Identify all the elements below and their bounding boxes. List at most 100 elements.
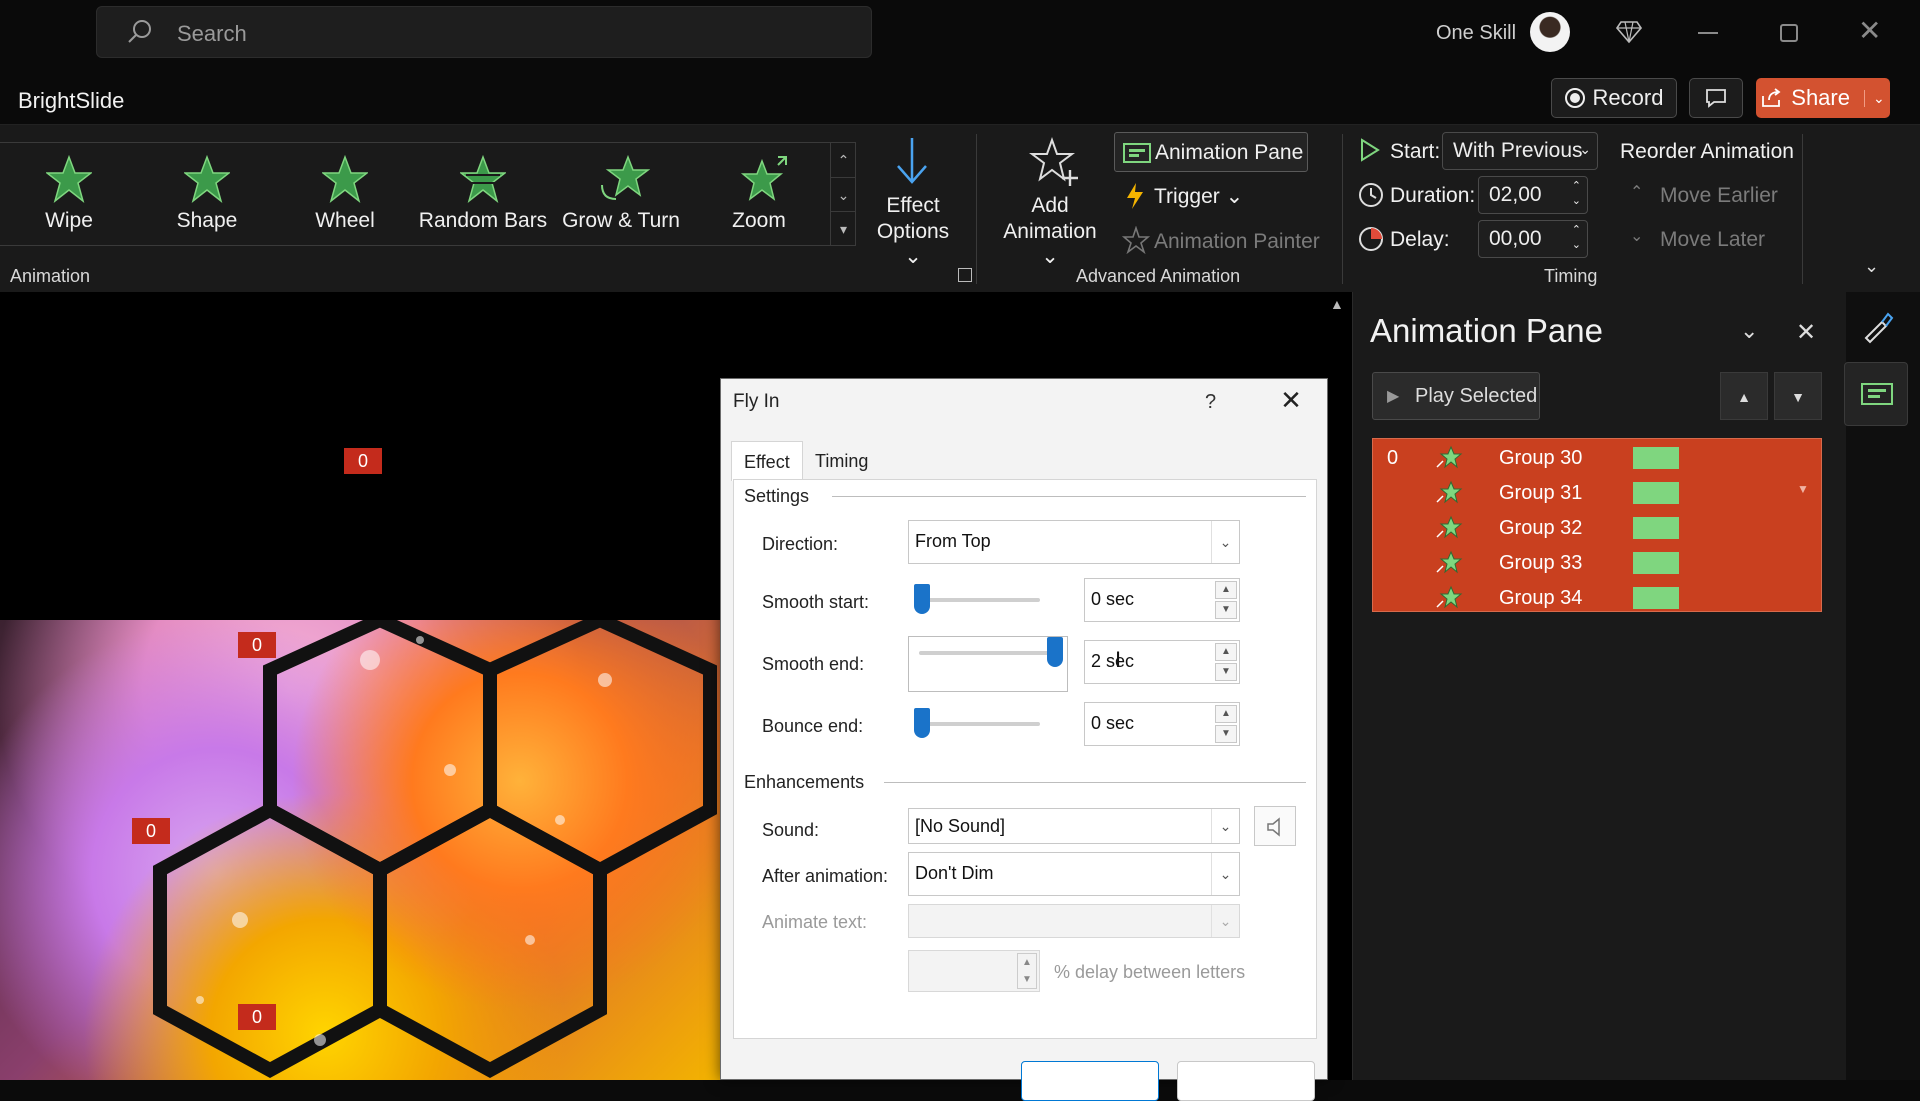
slider-thumb[interactable] <box>1047 637 1063 667</box>
collapse-ribbon-icon[interactable]: ⌄ <box>1864 256 1879 277</box>
trigger-button[interactable]: Trigger ⌄ <box>1120 180 1260 214</box>
gallery-scroll-down[interactable]: ⌄ <box>830 177 856 211</box>
pane-options-chevron-icon[interactable]: ⌄ <box>1740 318 1758 344</box>
slider-track <box>919 651 1057 655</box>
chevron-down-icon[interactable]: ⌄ <box>1211 521 1239 563</box>
star-icon <box>322 155 368 203</box>
diamond-icon[interactable] <box>1616 20 1642 44</box>
after-animation-dropdown[interactable]: Don't Dim ⌄ <box>908 852 1240 896</box>
delay-spinner[interactable]: 00,00 ⌃ ⌄ <box>1478 220 1588 258</box>
slider-thumb[interactable] <box>914 708 930 738</box>
timeline-bar[interactable] <box>1633 447 1679 469</box>
scroll-up-arrow[interactable]: ▲ <box>1330 296 1344 316</box>
gallery-item-shape[interactable]: Shape <box>138 143 276 247</box>
animation-list-item[interactable]: Group 34 <box>1373 581 1823 615</box>
close-window-icon[interactable]: ✕ <box>1858 14 1881 47</box>
close-icon[interactable]: ✕ <box>1273 385 1309 419</box>
item-index: 0 <box>1387 447 1399 469</box>
dialog-launcher-icon[interactable] <box>958 268 972 282</box>
item-name: Group 30 <box>1499 447 1583 469</box>
animation-list[interactable]: 0 Group 30 Group 31 ▼ Group 32 Group 33 … <box>1372 438 1822 612</box>
slider-thumb[interactable] <box>914 584 930 614</box>
gallery-item-random-bars[interactable]: Random Bars <box>414 143 552 247</box>
move-down-button[interactable]: ▼ <box>1774 372 1822 420</box>
avatar[interactable] <box>1530 12 1570 52</box>
record-button[interactable]: Record <box>1551 78 1677 118</box>
gallery-more[interactable]: ▾ <box>830 211 856 245</box>
smooth-start-slider[interactable] <box>908 578 1050 622</box>
animation-list-item[interactable]: 0 Group 30 <box>1373 441 1823 475</box>
animation-tag[interactable]: 0 <box>238 1004 276 1030</box>
gallery-item-wheel[interactable]: Wheel <box>276 143 414 247</box>
smooth-end-slider[interactable] <box>908 636 1068 692</box>
chevron-down-icon[interactable]: ⌄ <box>1211 809 1239 843</box>
spinner-arrows-icon[interactable]: ⌃ ⌄ <box>1572 179 1581 209</box>
spin-up-icon[interactable]: ▲ <box>1215 705 1237 723</box>
bounce-end-spinbox[interactable]: 0 sec ▲ ▼ <box>1084 702 1240 746</box>
effect-options-button[interactable]: Effect Options ⌄ <box>866 136 960 268</box>
smooth-end-spinbox[interactable]: 2 sec I ▲ ▼ <box>1084 640 1240 684</box>
cancel-button[interactable] <box>1177 1061 1315 1101</box>
animation-pane-toggle[interactable] <box>1844 362 1908 426</box>
animation-tag[interactable]: 0 <box>344 448 382 474</box>
account-name[interactable]: One Skill <box>1436 22 1516 45</box>
tab-effect[interactable]: Effect <box>731 441 803 481</box>
smooth-start-spinbox[interactable]: 0 sec ▲ ▼ <box>1084 578 1240 622</box>
duration-spinner[interactable]: 02,00 ⌃ ⌄ <box>1478 176 1588 214</box>
ok-button[interactable] <box>1021 1061 1159 1101</box>
share-button[interactable]: Share ⌄ <box>1756 78 1890 118</box>
animation-pane-label: Animation Pane <box>1155 141 1304 164</box>
animation-tag[interactable]: 0 <box>238 632 276 658</box>
animation-painter-label: Animation Painter <box>1154 230 1320 253</box>
designer-brush-icon[interactable] <box>1860 310 1896 344</box>
spin-down-icon[interactable]: ▼ <box>1215 725 1237 743</box>
comments-button[interactable] <box>1689 78 1743 118</box>
direction-dropdown[interactable]: From Top ⌄ <box>908 520 1240 564</box>
search-box[interactable]: Search <box>96 6 872 58</box>
spin-down-icon[interactable]: ▼ <box>1215 601 1237 619</box>
item-name: Group 34 <box>1499 587 1583 609</box>
spin-down-icon[interactable]: ▼ <box>1215 663 1237 681</box>
timeline-bar[interactable] <box>1633 552 1679 574</box>
sound-value: [No Sound] <box>915 816 1006 836</box>
play-icon: ▶ <box>1387 388 1400 405</box>
spinner-arrows-icon[interactable]: ⌃ ⌄ <box>1572 223 1581 253</box>
add-animation-button[interactable]: Add Animation ⌄ <box>992 136 1108 268</box>
fly-star-icon <box>1436 480 1463 504</box>
ribbon-separator <box>976 134 977 284</box>
restore-icon[interactable] <box>1780 24 1798 42</box>
sound-preview-button[interactable] <box>1254 806 1296 846</box>
tab-timing[interactable]: Timing <box>803 441 880 481</box>
after-animation-value: Don't Dim <box>915 863 994 883</box>
spin-up-icon[interactable]: ▲ <box>1215 643 1237 661</box>
smooth-end-label: Smooth end: <box>762 654 865 674</box>
timeline-bar[interactable] <box>1633 517 1679 539</box>
pane-close-icon[interactable]: ✕ <box>1796 318 1816 347</box>
sound-dropdown[interactable]: [No Sound] ⌄ <box>908 808 1240 844</box>
animation-list-item[interactable]: Group 33 <box>1373 546 1823 580</box>
animation-list-item[interactable]: Group 32 <box>1373 511 1823 545</box>
help-button[interactable]: ? <box>1205 391 1216 414</box>
gallery-item-grow-turn[interactable]: Grow & Turn <box>552 143 690 247</box>
bounce-end-slider[interactable] <box>908 702 1050 746</box>
timeline-bar[interactable] <box>1633 587 1679 609</box>
play-selected-button[interactable]: ▶ Play Selected <box>1372 372 1540 420</box>
fly-star-icon <box>1436 445 1463 469</box>
animation-pane-button[interactable]: Animation Pane <box>1114 132 1308 172</box>
gallery-label: Wheel <box>315 209 375 232</box>
item-dropdown-icon[interactable]: ▼ <box>1797 482 1809 496</box>
bounce-end-label: Bounce end: <box>762 716 864 736</box>
minimize-icon[interactable] <box>1698 32 1718 34</box>
timeline-bar[interactable] <box>1633 482 1679 504</box>
gallery-item-wipe[interactable]: Wipe <box>0 143 138 247</box>
animation-tag[interactable]: 0 <box>132 818 170 844</box>
animation-list-item[interactable]: Group 31 ▼ <box>1373 476 1823 510</box>
move-up-button[interactable]: ▲ <box>1720 372 1768 420</box>
gallery-scroll-up[interactable]: ⌃ <box>830 143 856 177</box>
gallery-item-zoom[interactable]: Zoom <box>690 143 828 247</box>
chevron-down-icon[interactable]: ⌄ <box>1211 853 1239 895</box>
slide-photo[interactable] <box>0 620 722 1080</box>
chevron-down-icon[interactable]: ⌄ <box>1863 89 1885 107</box>
spin-up-icon[interactable]: ▲ <box>1215 581 1237 599</box>
start-dropdown[interactable]: With Previous ⌄ <box>1442 132 1598 170</box>
